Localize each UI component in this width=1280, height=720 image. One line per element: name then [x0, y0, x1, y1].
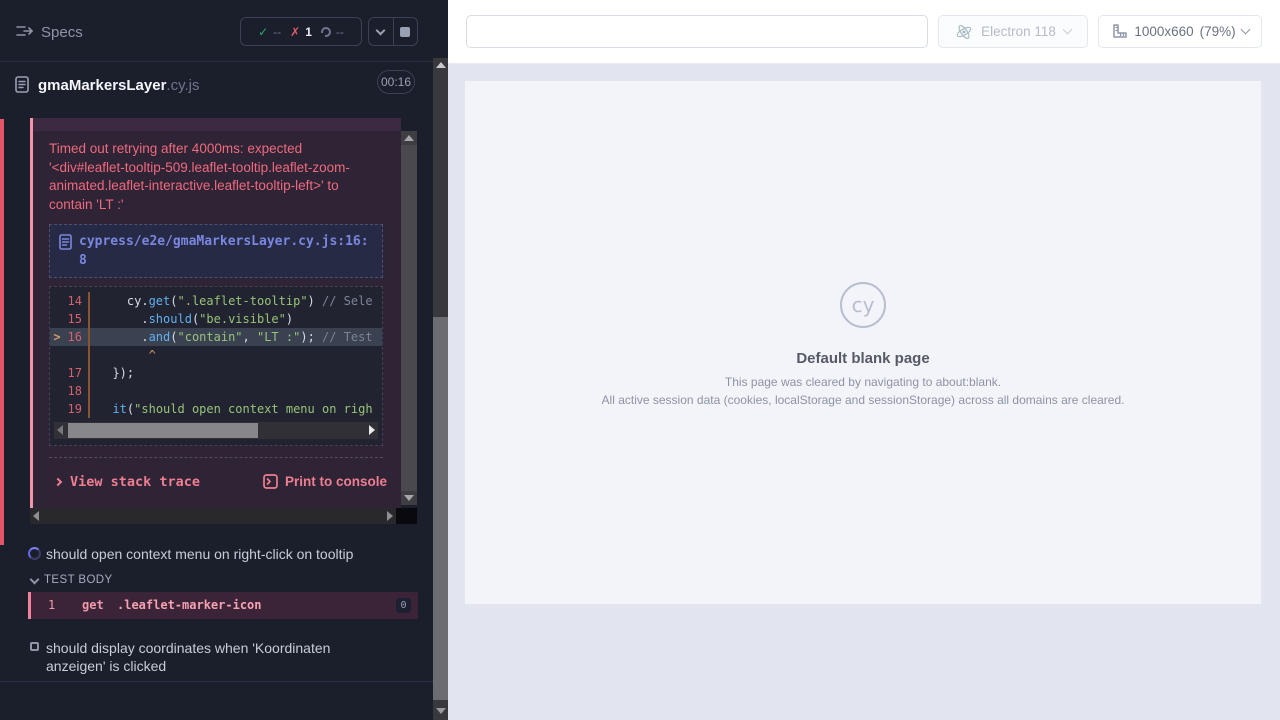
- error-file-link-text: cypress/e2e/gmaMarkersLayer.cy.js:16:8: [79, 232, 373, 270]
- scroll-left-arrow-icon[interactable]: [33, 511, 39, 521]
- specs-menu-icon[interactable]: [15, 23, 34, 44]
- scroll-up-button[interactable]: [433, 58, 448, 72]
- test-list-divider: [0, 681, 433, 682]
- viewport-size: 1000x660: [1134, 24, 1193, 39]
- scrollbar-corner: [396, 508, 417, 524]
- error-footer: View stack trace Print to console: [33, 470, 401, 500]
- failed-test-indicator-bar: [0, 119, 4, 545]
- view-stack-trace-button[interactable]: View stack trace: [55, 474, 200, 490]
- blank-page-subtitle-1: This page was cleared by navigating to a…: [465, 375, 1261, 389]
- cypress-logo: cy: [840, 282, 886, 328]
- scroll-down-arrow-icon: [404, 495, 414, 501]
- test-item-context-menu[interactable]: should open context menu on right-click …: [0, 543, 433, 565]
- test-title: should display coordinates when 'Koordin…: [46, 639, 378, 675]
- scroll-up-arrow-icon: [404, 135, 414, 141]
- pending-count: --: [336, 25, 344, 39]
- browser-url-bar: Electron 118 1000x660 (79%): [448, 0, 1280, 64]
- passed-check-icon: ✓: [258, 25, 268, 39]
- passed-count: --: [273, 25, 281, 39]
- electron-icon: [955, 23, 973, 41]
- chevron-down-icon: [1240, 25, 1250, 35]
- error-panel-header-band: [33, 118, 401, 131]
- scroll-up-button[interactable]: [401, 131, 417, 145]
- print-to-console-button[interactable]: Print to console: [263, 474, 387, 489]
- error-vertical-scrollbar[interactable]: [401, 131, 417, 505]
- chevron-right-icon: [54, 478, 62, 486]
- viewport-zoom: (79%): [1200, 24, 1236, 39]
- chevron-down-icon: [376, 25, 386, 35]
- scroll-left-arrow-icon[interactable]: [57, 425, 63, 435]
- test-queued-icon: [30, 642, 39, 651]
- file-icon: [59, 234, 72, 250]
- spec-row[interactable]: gmaMarkersLayer.cy.js 00:16: [0, 62, 433, 108]
- console-icon: [263, 474, 278, 489]
- spec-name: gmaMarkersLayer.cy.js: [38, 77, 199, 94]
- error-file-link[interactable]: cypress/e2e/gmaMarkersLayer.cy.js:16:8: [49, 224, 383, 278]
- scroll-right-arrow-icon[interactable]: [387, 511, 393, 521]
- pending-circle-icon: [321, 27, 331, 37]
- spec-name-base: gmaMarkersLayer: [38, 77, 166, 94]
- command-number: 1: [48, 598, 55, 612]
- ruler-icon: [1111, 23, 1128, 40]
- error-footer-divider: [49, 457, 383, 458]
- scroll-down-button[interactable]: [401, 491, 417, 505]
- failed-x-icon: ✗: [290, 25, 300, 39]
- scroll-down-button[interactable]: [433, 704, 448, 718]
- print-to-console-label: Print to console: [285, 474, 387, 489]
- browser-name: Electron 118: [981, 24, 1056, 39]
- stop-icon: [400, 27, 410, 37]
- reporter-sidebar: Specs ✓ -- ✗ 1 -- gmaMarkersLayer.cy.js: [0, 0, 448, 720]
- blank-page-subtitle-2: All active session data (cookies, localS…: [465, 393, 1261, 407]
- command-message: .leaflet-marker-icon: [117, 598, 262, 612]
- stop-run-button[interactable]: [393, 18, 418, 45]
- test-item-coordinates[interactable]: should display coordinates when 'Koordin…: [0, 637, 433, 677]
- url-input[interactable]: [466, 15, 928, 48]
- scroll-thumb[interactable]: [433, 317, 448, 700]
- test-error-panel: Timed out retrying after 4000ms: expecte…: [30, 118, 401, 508]
- chevron-down-icon: [30, 575, 40, 585]
- error-horizontal-scrollbar[interactable]: [30, 508, 396, 524]
- sidebar-scrollbar[interactable]: [433, 58, 448, 720]
- code-lines: 14 cy.get(".leaflet-tooltip") // Sele15 …: [50, 287, 382, 418]
- scroll-up-arrow-icon: [436, 62, 446, 68]
- scroll-right-arrow-icon[interactable]: [369, 425, 375, 435]
- spec-file-icon: [15, 76, 29, 98]
- view-stack-trace-label: View stack trace: [70, 474, 200, 490]
- reporter-header: Specs ✓ -- ✗ 1 --: [0, 0, 433, 62]
- command-log-row[interactable]: 1 get .leaflet-marker-icon 0: [28, 592, 418, 619]
- stat-failed: ✗ 1: [290, 25, 312, 39]
- blank-page-title: Default blank page: [465, 350, 1261, 367]
- spec-name-ext: .cy.js: [166, 77, 199, 94]
- error-code-frame: 14 cy.get(".leaflet-tooltip") // Sele15 …: [49, 286, 383, 446]
- stat-pending: --: [321, 25, 344, 39]
- scroll-thumb[interactable]: [68, 423, 258, 438]
- command-count-badge: 0: [396, 598, 411, 613]
- test-stats: ✓ -- ✗ 1 --: [240, 17, 362, 46]
- test-body-label: TEST BODY: [44, 574, 113, 586]
- run-controls: [368, 17, 418, 46]
- stat-passed: ✓ --: [258, 25, 281, 39]
- aut-iframe: cy Default blank page This page was clea…: [465, 81, 1261, 604]
- chevron-down-icon: [1062, 25, 1072, 35]
- blank-page-content: cy Default blank page This page was clea…: [465, 81, 1261, 407]
- error-message: Timed out retrying after 4000ms: expecte…: [49, 140, 377, 214]
- test-body-section[interactable]: TEST BODY: [0, 571, 433, 589]
- collapse-all-button[interactable]: [369, 18, 393, 45]
- specs-title: Specs: [41, 24, 83, 41]
- browser-select-dropdown[interactable]: Electron 118: [938, 15, 1088, 48]
- code-horizontal-scrollbar[interactable]: [54, 422, 378, 439]
- failed-count: 1: [305, 25, 312, 39]
- aut-region: Electron 118 1000x660 (79%) cy Default b…: [448, 0, 1280, 720]
- test-running-spinner-icon: [28, 547, 41, 560]
- scroll-down-arrow-icon: [436, 708, 446, 714]
- command-name: get: [82, 598, 104, 612]
- viewport-size-dropdown[interactable]: 1000x660 (79%): [1098, 15, 1262, 48]
- spec-duration-badge: 00:16: [377, 70, 415, 94]
- test-title: should open context menu on right-click …: [46, 546, 353, 562]
